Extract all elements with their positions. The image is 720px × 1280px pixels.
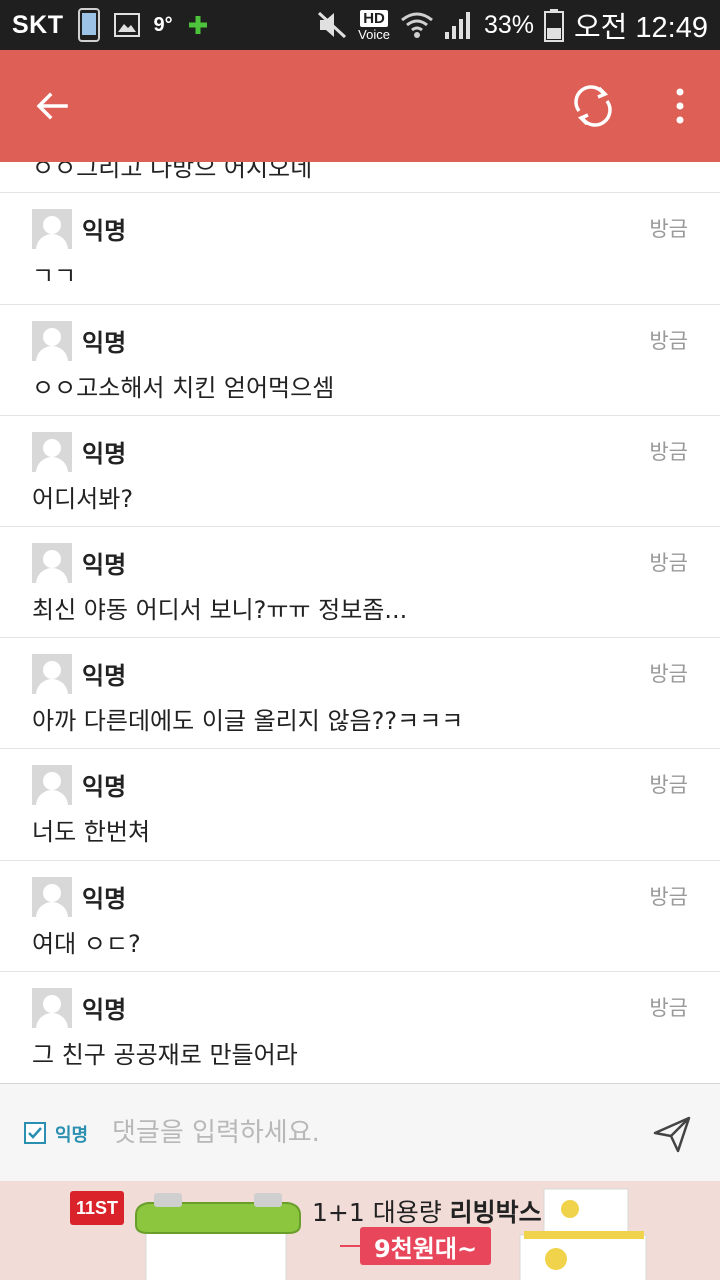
comment-text: 그 친구 공공재로 만들어라 (32, 1041, 298, 1069)
comment-text: 최신 야동 어디서 보니?ㅠㅠ 정보좀... (32, 596, 408, 624)
comment-author: 익명 (82, 885, 127, 913)
refresh-icon (574, 85, 612, 127)
hd-label: HD (360, 9, 388, 27)
comment-author: 익명 (82, 662, 127, 690)
temperature-label: 9° (153, 13, 173, 36)
voice-label: Voice (358, 26, 390, 42)
comment-item[interactable]: 익명 방금 최신 야동 어디서 보니?ㅠㅠ 정보좀... (0, 527, 720, 638)
comment-text: ㅇㅇ고소해서 치킨 얻어먹으셈 (32, 374, 335, 402)
battery-percent: 33% (483, 10, 534, 39)
ad-headline: 1+1 대용량 리빙박스 (312, 1193, 542, 1229)
ad-logo: 11ST (70, 1191, 124, 1225)
anonymous-label[interactable]: 익명 (55, 1121, 88, 1147)
comment-time: 방금 (649, 773, 688, 797)
comment-item[interactable]: 익명 방금 ㅇㅇ고소해서 치킨 얻어먹으셈 (0, 305, 720, 416)
plus-icon (187, 14, 209, 36)
refresh-button[interactable] (570, 83, 616, 129)
ad-price-tag: 9천원대~ (360, 1227, 492, 1265)
comment-author: 익명 (82, 217, 127, 245)
comment-author: 익명 (82, 996, 127, 1024)
comment-item[interactable]: 익명 방금 아까 다른데에도 이글 올리지 않음??ㅋㅋㅋ (0, 638, 720, 749)
avatar (32, 654, 72, 694)
comment-list[interactable]: ㅇㅇ그리고 다방으 어시오네 익명 방금 ㄱㄱ 익명 방금 ㅇㅇ고소해서 치킨 … (0, 110, 720, 1084)
avatar (32, 209, 72, 249)
comment-item[interactable]: 익명 방금 어디서봐? (0, 416, 720, 527)
comment-item[interactable]: 익명 방금 여대 ㅇㄷ? (0, 861, 720, 972)
avatar (32, 765, 72, 805)
ad-banner[interactable]: 11ST 1+1 대용량 리빙박스 9천원대~ (0, 1181, 720, 1280)
comment-author: 익명 (82, 329, 127, 357)
back-button[interactable] (30, 84, 74, 128)
comment-text: 어디서봐? (32, 485, 134, 513)
ad-price-dash (340, 1245, 360, 1247)
comment-time: 방금 (649, 329, 688, 353)
comment-time: 방금 (649, 440, 688, 464)
avatar (32, 432, 72, 472)
status-bar: SKT 9° HD Voice 33% 오전 12:49 (0, 0, 720, 50)
battery-icon (544, 8, 564, 42)
comment-time: 방금 (649, 885, 688, 909)
comment-input-bar: 익명 (0, 1083, 720, 1181)
send-icon (653, 1116, 691, 1153)
avatar (32, 877, 72, 917)
hd-voice-icon: HD Voice (358, 9, 390, 42)
comment-time: 방금 (649, 662, 688, 686)
mute-icon (316, 10, 348, 40)
send-button[interactable] (652, 1114, 692, 1154)
app-bar (0, 50, 720, 162)
comment-text: ㄱㄱ (32, 262, 77, 290)
storage-box-image (135, 1193, 301, 1280)
comment-time: 방금 (649, 996, 688, 1020)
comment-text: 아까 다른데에도 이글 올리지 않음??ㅋㅋㅋ (32, 707, 464, 735)
wifi-icon (400, 10, 434, 40)
avatar (32, 988, 72, 1028)
comment-text: 여대 ㅇㄷ? (32, 930, 141, 958)
more-options-button[interactable] (664, 84, 696, 128)
avatar (32, 543, 72, 583)
clock: 오전 12:49 (574, 12, 708, 44)
avatar (32, 321, 72, 361)
arrow-left-icon (36, 92, 68, 120)
comment-time: 방금 (649, 217, 688, 241)
anonymous-checkbox[interactable] (24, 1122, 46, 1144)
comment-author: 익명 (82, 773, 127, 801)
comment-item[interactable]: 익명 방금 너도 한번쳐 (0, 749, 720, 860)
comment-author: 익명 (82, 440, 127, 468)
phone-icon (77, 8, 100, 42)
signal-icon (444, 10, 474, 40)
gallery-icon (113, 13, 140, 37)
comment-item[interactable]: 익명 방금 그 친구 공공재로 만들어라 (0, 972, 720, 1083)
comment-input[interactable] (112, 1110, 612, 1156)
more-vert-icon (676, 88, 684, 124)
comment-text: 너도 한번쳐 (32, 818, 151, 846)
carrier-label: SKT (12, 10, 64, 39)
comment-time: 방금 (649, 551, 688, 575)
small-box-image (519, 1188, 647, 1280)
comment-item[interactable]: 익명 방금 ㄱㄱ (0, 193, 720, 304)
ad-headline-prefix: 1+1 대용량 (312, 1198, 450, 1227)
comment-author: 익명 (82, 551, 127, 579)
